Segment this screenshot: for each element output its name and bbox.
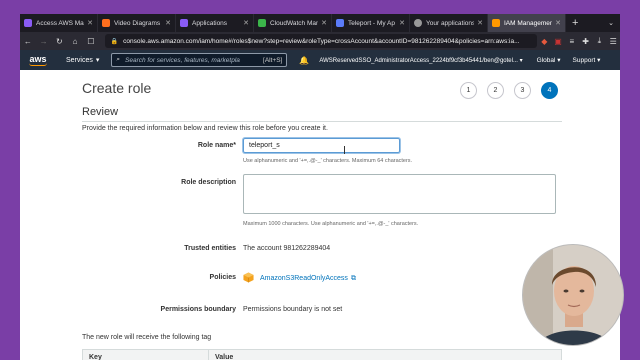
bell-icon[interactable]: 🔔 bbox=[299, 56, 309, 65]
tab-title: Video Diagrams bbox=[114, 19, 161, 27]
presenter-face-image bbox=[523, 245, 623, 345]
webcam-overlay bbox=[522, 244, 624, 346]
browser-tab[interactable]: Access AWS Mana ✕ bbox=[20, 14, 98, 32]
browser-tab[interactable]: Applications ✕ bbox=[176, 14, 254, 32]
text-cursor-icon bbox=[344, 146, 349, 154]
close-tab-icon[interactable]: ✕ bbox=[321, 19, 327, 27]
support-label: Support bbox=[572, 57, 596, 64]
back-icon[interactable]: ← bbox=[20, 37, 36, 46]
downloads-icon[interactable]: ⤓ bbox=[593, 36, 607, 46]
external-link-icon: ⧉ bbox=[350, 275, 356, 282]
bookmark-icon[interactable]: ☐ bbox=[83, 37, 99, 46]
role-description-hint: Maximum 1000 characters. Use alphanumeri… bbox=[243, 221, 419, 227]
browser-tab[interactable]: Teleport - My Ap ✕ bbox=[332, 14, 410, 32]
wizard-step[interactable]: 3 bbox=[514, 82, 531, 99]
url-bar[interactable]: 🔒 console.aws.amazon.com/iam/home#/roles… bbox=[104, 34, 538, 48]
page-title: Create role bbox=[82, 80, 152, 96]
aws-console-header: aws Services ▾ ⌕ Search for services, fe… bbox=[20, 50, 620, 70]
aws-search-input[interactable]: ⌕ Search for services, features, marketp… bbox=[111, 53, 288, 67]
browser-tab[interactable]: Video Diagrams ✕ bbox=[98, 14, 176, 32]
browser-tab-bar: Access AWS Mana ✕ Video Diagrams ✕ Appli… bbox=[20, 14, 620, 32]
tab-list-chevron-icon[interactable]: ⌄ bbox=[602, 14, 620, 32]
tags-note: The new role will receive the following … bbox=[82, 334, 212, 341]
extension-icon[interactable]: ≡ bbox=[565, 37, 579, 46]
close-tab-icon[interactable]: ✕ bbox=[243, 19, 249, 27]
role-description-textarea[interactable] bbox=[243, 174, 556, 214]
search-icon: ⌕ bbox=[116, 56, 120, 63]
tab-favicon-icon bbox=[258, 19, 266, 27]
tab-favicon-icon bbox=[102, 19, 110, 27]
permissions-boundary-label: Permissions boundary bbox=[160, 306, 236, 313]
role-name-hint: Use alphanumeric and '+=,.@-_' character… bbox=[243, 158, 413, 164]
trusted-entities-value: The account 981262289404 bbox=[243, 245, 331, 252]
aws-logo[interactable]: aws bbox=[20, 53, 56, 66]
tab-title: Your applications bbox=[426, 19, 475, 27]
reload-icon[interactable]: ↻ bbox=[51, 37, 67, 46]
wizard-step-active: 4 bbox=[541, 82, 558, 99]
lock-icon: 🔒 bbox=[110, 38, 119, 45]
close-tab-icon[interactable]: ✕ bbox=[555, 19, 561, 27]
menu-icon[interactable]: ☰ bbox=[606, 37, 620, 46]
extension-icon[interactable]: ▣ bbox=[551, 37, 565, 46]
close-tab-icon[interactable]: ✕ bbox=[399, 19, 405, 27]
tab-favicon-icon bbox=[336, 19, 344, 27]
permissions-boundary-value: Permissions boundary is not set bbox=[243, 306, 343, 313]
new-tab-icon[interactable]: + bbox=[566, 14, 584, 32]
browser-tab[interactable]: Your applications ✕ bbox=[410, 14, 488, 32]
policy-cube-icon bbox=[243, 272, 254, 283]
tab-title: CloudWatch Mana bbox=[270, 19, 319, 27]
wizard-steps: 1 2 3 4 bbox=[460, 82, 558, 99]
policy-name: AmazonS3ReadOnlyAccess bbox=[260, 275, 348, 282]
services-label: Services bbox=[66, 56, 93, 64]
tab-favicon-icon bbox=[24, 19, 32, 27]
role-description-label: Role description bbox=[181, 179, 236, 186]
tab-favicon-icon bbox=[180, 19, 188, 27]
caret-down-icon: ▾ bbox=[95, 57, 100, 64]
close-tab-icon[interactable]: ✕ bbox=[477, 19, 483, 27]
url-text: console.aws.amazon.com/iam/home#/roles$n… bbox=[123, 37, 520, 45]
section-title: Review bbox=[82, 106, 119, 118]
close-tab-icon[interactable]: ✕ bbox=[87, 19, 93, 27]
close-tab-icon[interactable]: ✕ bbox=[165, 19, 171, 27]
policy-link[interactable]: AmazonS3ReadOnlyAccess ⧉ bbox=[260, 275, 356, 283]
browser-tab-active[interactable]: IAM Management ✕ bbox=[488, 14, 566, 32]
browser-tab[interactable]: CloudWatch Mana ✕ bbox=[254, 14, 332, 32]
puzzle-icon[interactable]: ✚ bbox=[579, 37, 593, 46]
tab-favicon-icon bbox=[414, 19, 422, 27]
caret-down-icon: ▾ bbox=[597, 57, 601, 64]
role-name-label: Role name* bbox=[197, 142, 236, 149]
wizard-step[interactable]: 2 bbox=[487, 82, 504, 99]
wizard-step[interactable]: 1 bbox=[460, 82, 477, 99]
browser-nav-bar: ← → ↻ ⌂ ☐ 🔒 console.aws.amazon.com/iam/h… bbox=[20, 32, 620, 50]
caret-down-icon: ▾ bbox=[557, 57, 561, 64]
caret-down-icon: ▾ bbox=[519, 57, 523, 64]
tab-title: IAM Management bbox=[504, 19, 553, 27]
region-label: Global bbox=[536, 57, 556, 64]
aws-logo-text: aws bbox=[29, 53, 47, 64]
account-menu[interactable]: AWSReservedSSO_AdministratorAccess_2224b… bbox=[319, 57, 522, 64]
region-menu[interactable]: Global ▾ bbox=[537, 56, 561, 64]
support-menu[interactable]: Support ▾ bbox=[573, 56, 601, 64]
tag-column-key: Key bbox=[83, 350, 209, 360]
role-name-input[interactable]: teleport_s bbox=[243, 138, 400, 153]
tab-favicon-icon bbox=[492, 19, 500, 27]
tab-title: Access AWS Mana bbox=[36, 19, 84, 27]
search-shortcut: [Alt+S] bbox=[263, 56, 283, 64]
divider bbox=[82, 121, 562, 122]
tag-table: Key Value bbox=[82, 349, 562, 360]
trusted-entities-label: Trusted entities bbox=[184, 245, 236, 252]
intro-text: Provide the required information below a… bbox=[82, 125, 328, 132]
account-label: AWSReservedSSO_AdministratorAccess_2224b… bbox=[319, 57, 518, 64]
tag-column-value: Value bbox=[215, 354, 234, 360]
tab-title: Teleport - My Ap bbox=[348, 19, 395, 27]
extension-shield-icon[interactable]: ◆ bbox=[537, 37, 551, 46]
home-icon[interactable]: ⌂ bbox=[67, 37, 83, 46]
forward-icon[interactable]: → bbox=[36, 37, 52, 46]
policies-label: Policies bbox=[209, 274, 236, 281]
search-placeholder: Search for services, features, marketpla bbox=[125, 56, 240, 64]
tab-title: Applications bbox=[192, 19, 228, 27]
services-menu[interactable]: Services ▾ bbox=[66, 56, 100, 65]
